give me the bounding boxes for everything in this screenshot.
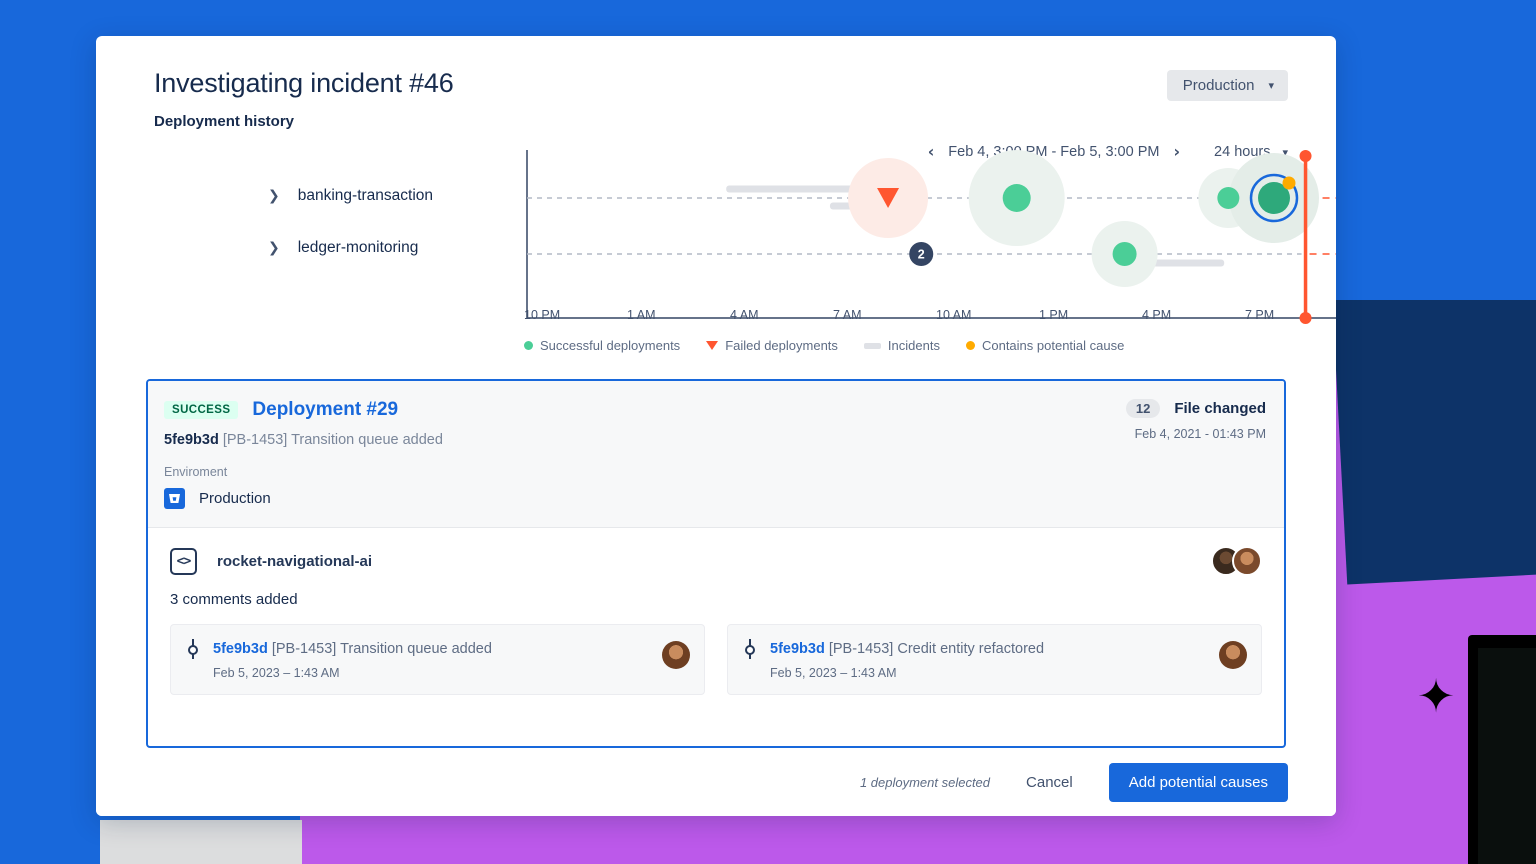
x-axis-tick: 1 PM <box>1039 308 1069 322</box>
x-axis-tick: 1 AM <box>627 308 656 322</box>
status-badge: SUCCESS <box>164 401 239 419</box>
list-item[interactable]: 5fe9b3d [PB-1453] Credit entity refactor… <box>727 624 1262 695</box>
deployment-commit-line: 5fe9b3d [PB-1453] Transition queue added <box>164 432 1262 448</box>
chart-plot-area[interactable]: 2 <box>524 150 1336 330</box>
deployment-timeline-chart: ❯ banking-transaction ❯ ledger-monitorin… <box>96 150 1336 365</box>
chart-legend: Successful deployments Failed deployments… <box>524 338 1124 353</box>
legend-item: Failed deployments <box>706 338 838 353</box>
comments-count: 3 comments added <box>170 591 298 608</box>
bar-icon <box>863 342 881 349</box>
environment-field-label: Enviroment <box>164 465 228 479</box>
service-list: ❯ banking-transaction ❯ ledger-monitorin… <box>268 184 433 260</box>
repository-row: <> rocket-navigational-ai <box>170 546 1262 576</box>
avatar[interactable] <box>1219 641 1247 669</box>
background-blue-shape-top <box>1330 160 1536 300</box>
deployment-name-link[interactable]: Deployment #29 <box>252 399 398 421</box>
sidebar-item-banking-transaction[interactable]: ❯ banking-transaction <box>268 184 433 208</box>
x-axis-tick: 7 AM <box>833 308 862 322</box>
triangle-down-icon <box>706 341 719 350</box>
bitbucket-icon <box>164 488 185 509</box>
incident-dialog: Investigating incident #46 Deployment hi… <box>96 36 1336 816</box>
chart-svg: 2 <box>526 150 1336 324</box>
x-axis-tick: 10 PM <box>524 308 561 322</box>
dot-icon <box>965 341 975 350</box>
environment-select[interactable]: Production ▾ <box>1166 70 1288 101</box>
deployment-detail-panel: SUCCESS Deployment #29 5fe9b3d [PB-1453]… <box>146 379 1286 748</box>
commit-message: [PB-1453] Transition queue added <box>271 641 492 657</box>
selection-status: 1 deployment selected <box>859 774 991 790</box>
avatar-group <box>1211 546 1262 576</box>
x-axis-tick: 4 AM <box>730 308 759 322</box>
background-black-rect-inner <box>1478 648 1536 864</box>
deployment-body: <> rocket-navigational-ai 3 comments add… <box>148 528 1284 695</box>
legend-label: Failed deployments <box>725 338 838 353</box>
avatar[interactable] <box>662 641 690 669</box>
commit-message: [PB-1453] Transition queue added <box>222 432 443 448</box>
files-count-badge: 12 <box>1125 399 1161 418</box>
sidebar-item-ledger-monitoring[interactable]: ❯ ledger-monitoring <box>268 236 433 260</box>
environment-select-value: Production <box>1182 77 1255 94</box>
deployment-meta: 12 File changed Feb 4, 2021 - 01:43 PM <box>1125 399 1266 441</box>
cancel-button[interactable]: Cancel <box>1016 766 1083 799</box>
repository-name[interactable]: rocket-navigational-ai <box>217 553 372 570</box>
commit-date: Feb 5, 2023 – 1:43 AM <box>213 666 340 680</box>
dot-icon <box>524 341 533 350</box>
legend-item: Contains potential cause <box>965 338 1125 353</box>
files-changed-label: File changed <box>1174 400 1266 417</box>
commit-node-icon <box>185 639 201 659</box>
commit-message: [PB-1453] Credit entity refactored <box>828 641 1045 657</box>
x-axis-tick: 7 PM <box>1245 308 1275 322</box>
deployment-date: Feb 4, 2021 - 01:43 PM <box>1134 427 1266 441</box>
service-label: banking-transaction <box>297 187 434 204</box>
add-potential-causes-button[interactable]: Add potential causes <box>1108 762 1288 802</box>
legend-item: Incidents <box>863 338 940 353</box>
legend-label: Contains potential cause <box>981 338 1125 353</box>
chevron-right-icon: ❯ <box>268 240 280 256</box>
deployment-header: SUCCESS Deployment #29 5fe9b3d [PB-1453]… <box>148 381 1284 528</box>
commit-hash: 5fe9b3d <box>164 432 219 448</box>
code-icon: <> <box>170 548 197 575</box>
x-axis-tick: 10 AM <box>936 308 972 322</box>
background-gray-strip <box>100 820 302 864</box>
chevron-right-icon: ❯ <box>268 188 280 204</box>
environment-value: Production <box>199 490 271 507</box>
legend-label: Successful deployments <box>540 338 681 353</box>
avatar[interactable] <box>1232 546 1262 576</box>
commit-hash[interactable]: 5fe9b3d <box>770 641 825 657</box>
service-label: ledger-monitoring <box>297 239 419 256</box>
x-axis-tick: 4 PM <box>1142 308 1172 322</box>
legend-label: Incidents <box>887 338 940 353</box>
list-item[interactable]: 5fe9b3d [PB-1453] Transition queue added… <box>170 624 705 695</box>
dialog-header: Investigating incident #46 Deployment hi… <box>96 36 1336 160</box>
svg-text:2: 2 <box>918 248 925 262</box>
commit-date: Feb 5, 2023 – 1:43 AM <box>770 666 897 680</box>
legend-item: Successful deployments <box>524 338 680 353</box>
page-title: Investigating incident #46 <box>154 68 454 98</box>
section-subtitle: Deployment history <box>154 113 295 130</box>
star-icon: ✦ <box>1416 669 1456 723</box>
commit-list: 5fe9b3d [PB-1453] Transition queue added… <box>170 624 1262 695</box>
commit-hash[interactable]: 5fe9b3d <box>213 641 268 657</box>
commit-node-icon <box>742 639 758 659</box>
dialog-footer: 1 deployment selected Cancel Add potenti… <box>96 748 1336 816</box>
chevron-down-icon: ▾ <box>1268 79 1274 92</box>
